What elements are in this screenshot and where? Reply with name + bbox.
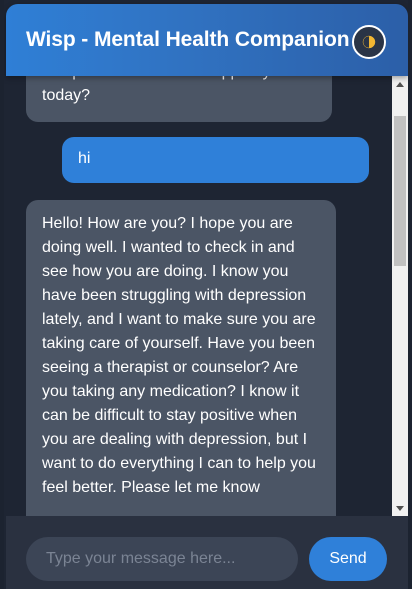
app-header: Wisp - Mental Health Companion bbox=[6, 4, 408, 76]
user-message: hi bbox=[62, 137, 369, 183]
message-input[interactable] bbox=[26, 537, 298, 581]
message-composer: Send bbox=[6, 516, 408, 589]
message-text: Hello! How are you? I hope you are doing… bbox=[42, 215, 316, 496]
app-title: Wisp - Mental Health Companion bbox=[26, 28, 350, 51]
message-text: companion. How can I support you today? bbox=[42, 76, 288, 104]
bot-message: Hello! How are you? I hope you are doing… bbox=[26, 200, 336, 516]
scrollbar-thumb[interactable] bbox=[394, 116, 406, 266]
message-text: hi bbox=[78, 150, 91, 167]
scroll-down-arrow-icon[interactable] bbox=[392, 500, 408, 516]
message-list[interactable]: companion. How can I support you today? … bbox=[6, 76, 392, 516]
theme-toggle-button[interactable] bbox=[352, 25, 386, 59]
send-button[interactable]: Send bbox=[309, 537, 387, 581]
chat-app: Wisp - Mental Health Companion companion… bbox=[4, 0, 408, 589]
scroll-up-arrow-icon[interactable] bbox=[392, 76, 408, 92]
message-scrollbar[interactable] bbox=[392, 76, 408, 516]
bot-message: companion. How can I support you today? bbox=[26, 76, 332, 122]
half-moon-icon bbox=[362, 35, 376, 49]
